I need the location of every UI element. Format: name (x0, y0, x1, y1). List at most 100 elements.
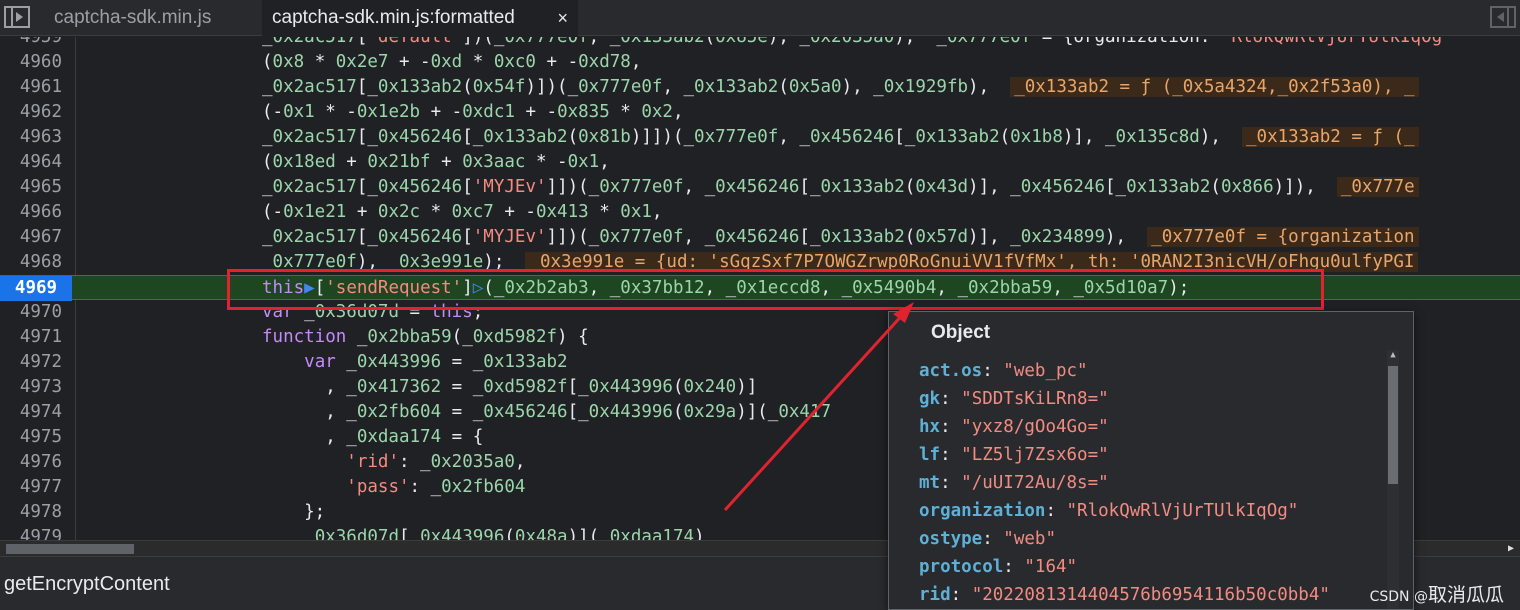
tab-label: captcha-sdk.min.js (54, 7, 212, 28)
property-value: "/uUI72Au/8s=" (961, 473, 1109, 493)
inline-value: _0x777e0f = {organization (1147, 227, 1419, 247)
code-line[interactable]: 4966 (-0x1e21 + 0x2c * 0xc7 + -0x413 * 0x… (0, 200, 1520, 225)
line-number[interactable]: 4968 (0, 250, 62, 275)
object-property[interactable]: hx: "yxz8/gOo4Go=" (919, 413, 1389, 441)
close-icon[interactable]: × (557, 0, 568, 36)
scroll-up-icon[interactable]: ▲ (1387, 350, 1399, 360)
line-code: , _0xdaa174 = { (262, 427, 484, 447)
property-separator: : (940, 445, 962, 465)
property-value: "SDDTsKiLRn8=" (961, 389, 1109, 409)
property-value: "LZ5lj7Zsx6o=" (961, 445, 1109, 465)
line-code: (0x8 * 0x2e7 + -0xd * 0xc0 + -0xd78, (262, 52, 642, 72)
line-code: _0x2ac517[_0x456246['MYJEv']])(_0x777e0f… (262, 225, 1419, 250)
line-code: 'pass': _0x2fb604 (346, 477, 526, 497)
highlight-box (227, 269, 1324, 310)
line-number[interactable]: 4962 (0, 100, 62, 125)
scroll-right-icon[interactable]: ▶ (1508, 543, 1514, 554)
line-number[interactable]: 4961 (0, 75, 62, 100)
property-value: "web_pc" (1003, 361, 1088, 381)
property-value: "2022081314404576b6954116b50c0bb4" (971, 585, 1330, 605)
property-key: rid (919, 585, 951, 605)
popover-title: Object (931, 322, 991, 343)
line-number[interactable]: 4972 (0, 350, 62, 375)
property-key: hx (919, 417, 941, 437)
property-key: organization (919, 501, 1046, 521)
object-property[interactable]: rid: "2022081314404576b6954116b50c0bb4" (919, 581, 1389, 609)
property-key: lf (919, 445, 941, 465)
property-separator: : (982, 529, 1004, 549)
line-number[interactable]: 4978 (0, 500, 62, 525)
property-key: act.os (919, 361, 983, 381)
code-line[interactable]: 4965 _0x2ac517[_0x456246['MYJEv']])(_0x77… (0, 175, 1520, 200)
line-code: _0x36d07d[_0x443996(0x48a)](_0xdaa174) (262, 527, 705, 540)
popover-scrollbar[interactable]: ▲ (1387, 350, 1399, 609)
line-number[interactable]: 4960 (0, 50, 62, 75)
line-code: var _0x443996 = _0x133ab2 (304, 352, 568, 372)
status-text: getEncryptContent (4, 573, 170, 595)
toggle-debugger-icon[interactable] (1490, 6, 1516, 28)
code-line[interactable]: 4963 _0x2ac517[_0x456246[_0x133ab2(0x81b)… (0, 125, 1520, 150)
code-line[interactable]: 4959 _0x2ac517['default'])(_0x777e0f, _0x… (0, 37, 1520, 50)
code-line[interactable]: 4960 (0x8 * 0x2e7 + -0xd * 0xc0 + -0xd78, (0, 50, 1520, 75)
property-separator: : (1003, 557, 1025, 577)
line-number[interactable]: 4969 (0, 276, 72, 301)
tab-captcha-sdk-min[interactable]: captcha-sdk.min.js (44, 0, 221, 36)
object-property[interactable]: ostype: "web" (919, 525, 1389, 553)
line-number[interactable]: 4967 (0, 225, 62, 250)
line-number[interactable]: 4973 (0, 375, 62, 400)
line-number[interactable]: 4971 (0, 325, 62, 350)
line-number[interactable]: 4965 (0, 175, 62, 200)
line-number[interactable]: 4975 (0, 425, 62, 450)
object-popover[interactable]: Object act.os: "web_pc" gk: "SDDTsKiLRn8=… (888, 311, 1414, 610)
line-number[interactable]: 4976 (0, 450, 62, 475)
property-key: protocol (919, 557, 1004, 577)
inline-value: _0x777e (1336, 177, 1419, 197)
line-number[interactable]: 4963 (0, 125, 62, 150)
line-number[interactable]: 4979 (0, 525, 62, 540)
object-property[interactable]: gk: "SDDTsKiLRn8=" (919, 385, 1389, 413)
line-number[interactable]: 4964 (0, 150, 62, 175)
property-value: "164" (1024, 557, 1078, 577)
line-number[interactable]: 4959 (0, 37, 62, 50)
object-property[interactable]: act.os: "web_pc" (919, 357, 1389, 385)
line-number[interactable]: 4970 (0, 300, 62, 325)
line-number[interactable]: 4966 (0, 200, 62, 225)
code-line[interactable]: 4961 _0x2ac517[_0x133ab2(0x54f)])(_0x777e… (0, 75, 1520, 100)
object-property[interactable]: protocol: "164" (919, 553, 1389, 581)
property-separator: : (950, 585, 972, 605)
object-property[interactable]: mt: "/uUI72Au/8s=" (919, 469, 1389, 497)
line-code: (-0x1e21 + 0x2c * 0xc7 + -0x413 * 0x1, (262, 202, 663, 222)
tab-bar: captcha-sdk.min.js captcha-sdk.min.js:fo… (0, 0, 1520, 36)
property-key: mt (919, 473, 941, 493)
watermark: CSDN @取消瓜瓜 (1370, 580, 1504, 607)
scrollbar-thumb[interactable] (1388, 366, 1398, 484)
code-line[interactable]: 4962 (-0x1 * -0x1e2b + -0xdc1 + -0x835 * … (0, 100, 1520, 125)
object-property[interactable]: organization: "RlokQwRlVjUrTUlkIqOg" (919, 497, 1389, 525)
property-value: "web" (1003, 529, 1056, 549)
line-code: _0x2ac517[_0x456246['MYJEv']])(_0x777e0f… (262, 175, 1419, 200)
line-code: , _0x417362 = _0xd5982f[_0x443996(0x240)… (262, 377, 758, 397)
property-separator: : (982, 361, 1004, 381)
line-number[interactable]: 4977 (0, 475, 62, 500)
tab-captcha-sdk-formatted[interactable]: captcha-sdk.min.js:formatted × (262, 0, 578, 36)
property-value: "yxz8/gOo4Go=" (961, 417, 1109, 437)
property-key: gk (919, 389, 941, 409)
property-list: act.os: "web_pc" gk: "SDDTsKiLRn8=" hx: "y… (919, 357, 1389, 609)
property-value: "RlokQwRlVjUrTUlkIqOg" (1066, 501, 1299, 521)
inline-value: _0x133ab2 = ƒ (_0x5a4324,_0x2f53a0), _ (1010, 77, 1419, 97)
code-line[interactable]: 4967 _0x2ac517[_0x456246['MYJEv']])(_0x77… (0, 225, 1520, 250)
scrollbar-thumb[interactable] (6, 544, 134, 554)
line-number[interactable]: 4974 (0, 400, 62, 425)
inline-value: _0x133ab2 = ƒ (_ (1242, 127, 1419, 147)
watermark-big: 取消瓜瓜 (1427, 584, 1504, 606)
tab-label: captcha-sdk.min.js:formatted (272, 7, 515, 28)
line-code: function _0x2bba59(_0xd5982f) { (262, 327, 589, 347)
toggle-navigator-icon[interactable] (4, 6, 30, 28)
property-separator: : (940, 389, 962, 409)
code-line[interactable]: 4964 (0x18ed + 0x21bf + 0x3aac * -0x1, (0, 150, 1520, 175)
line-code: _0x2ac517[_0x456246[_0x133ab2(0x81b)]])(… (262, 125, 1419, 150)
line-code: _0x2ac517['default'])(_0x777e0f, _0x133a… (262, 37, 1453, 47)
line-code: , _0x2fb604 = _0x456246[_0x443996(0x29a)… (262, 402, 832, 422)
property-key: ostype (919, 529, 983, 549)
object-property[interactable]: lf: "LZ5lj7Zsx6o=" (919, 441, 1389, 469)
